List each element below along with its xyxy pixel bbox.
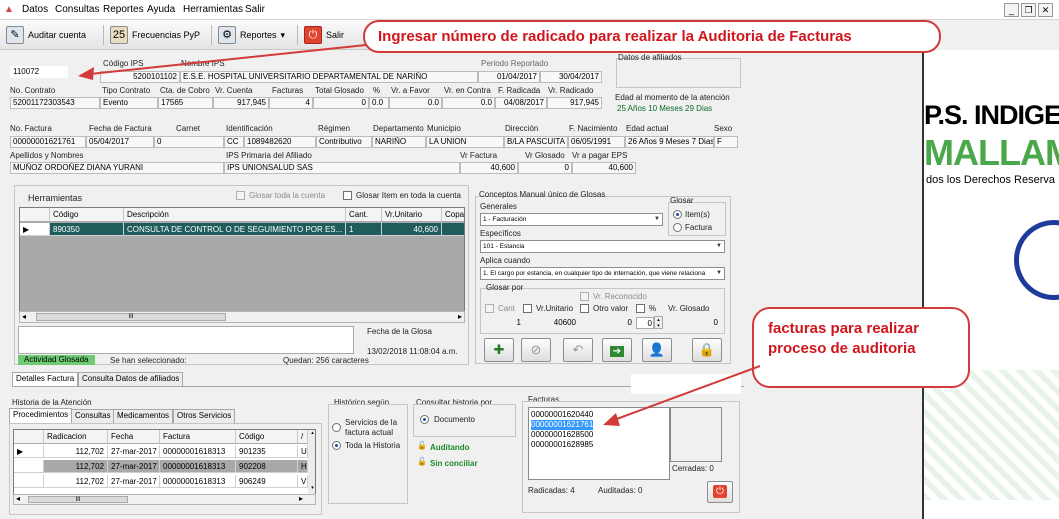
arrow-line-top (89, 44, 367, 75)
arrow-head-top (78, 67, 94, 80)
arrow-head-bottom (603, 413, 620, 426)
arrow-line-bottom (613, 365, 761, 421)
callout-arrows (78, 44, 761, 426)
